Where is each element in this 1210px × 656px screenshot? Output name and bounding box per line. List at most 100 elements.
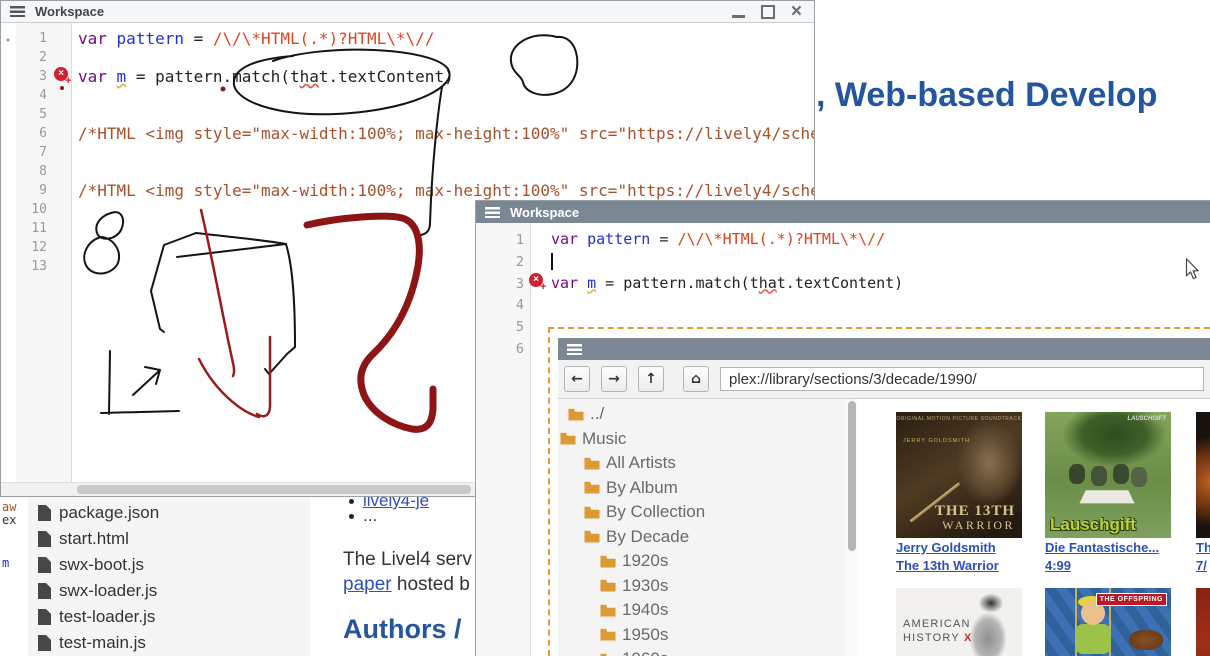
file-icon	[38, 635, 51, 651]
album-item: LAUSCHGIFTLauschgift Die Fantastische... 4…	[1045, 412, 1175, 573]
minimize-icon[interactable]	[732, 15, 745, 18]
code-token: var	[78, 67, 107, 86]
back-button[interactable]: ←	[564, 366, 590, 392]
code-line[interactable]: /*HTML <img style="max-width:100%; max-h…	[78, 181, 814, 200]
code-token: m	[587, 274, 596, 292]
album-cover[interactable]	[1196, 412, 1210, 538]
album-item: THE OFFSPRING	[1045, 588, 1175, 656]
code-token: pattern	[117, 29, 184, 48]
menu-icon[interactable]	[10, 6, 25, 17]
line-number: 4	[16, 86, 47, 105]
file-item-start-html[interactable]: start.html	[28, 526, 310, 552]
line-number: 6	[16, 124, 47, 143]
page-heading: , Web-based Develop	[816, 76, 1157, 115]
folder-icon	[600, 579, 616, 592]
code-token: =	[184, 29, 213, 48]
cover-text: ORIGINAL MOTION PICTURE SOUNDTRACK	[896, 416, 1022, 422]
album-cover[interactable]: LAUSCHGIFTLauschgift	[1045, 412, 1171, 538]
code-token: t.textContent)	[319, 67, 454, 86]
folder-label: 1930s	[622, 576, 668, 596]
album-title-link[interactable]: 4:99	[1045, 559, 1175, 574]
folder-label: Music	[582, 429, 626, 449]
album-title-link[interactable]: 7/	[1196, 559, 1210, 574]
album-item: Th 7/	[1196, 412, 1210, 573]
browser-titlebar[interactable]	[558, 338, 1210, 360]
menu-icon[interactable]	[485, 207, 500, 218]
code-line[interactable]: var m = pattern.match(that.textContent)	[551, 274, 903, 292]
folder-item-1960s[interactable]: 1960s	[558, 647, 846, 656]
code-token: var	[551, 274, 578, 292]
album-artist-link[interactable]: Die Fantastische...	[1045, 541, 1175, 556]
scrollbar-thumb[interactable]	[77, 485, 471, 494]
close-icon[interactable]: ×	[791, 2, 802, 22]
address-input[interactable]	[720, 367, 1204, 391]
album-cover[interactable]: THE OFFSPRING	[1045, 588, 1171, 656]
album-artist-link[interactable]: Jerry Goldsmith	[896, 541, 1026, 556]
code-line[interactable]: var pattern = /\/\*HTML(.*)?HTML\*\//	[551, 230, 885, 248]
line-number: 5	[492, 317, 524, 339]
file-item-swx-boot-js[interactable]: swx-boot.js	[28, 552, 310, 578]
file-label: start.html	[59, 529, 129, 549]
album-cover[interactable]: AMERICANHISTORY X	[896, 588, 1022, 656]
folder-icon	[584, 506, 600, 519]
folder-item-1950s[interactable]: 1950s	[558, 623, 846, 648]
code-line[interactable]: var pattern = /\/\*HTML(.*)?HTML\*\//	[78, 29, 434, 48]
line-number: 4	[492, 295, 524, 317]
file-list: package.json start.html swx-boot.js swx-loa…	[28, 497, 310, 656]
window-titlebar[interactable]: Workspace ×	[1, 1, 814, 23]
album-cover[interactable]: ORIGINAL MOTION PICTURE SOUNDTRACKJERRY …	[896, 412, 1022, 538]
paragraph-text: hosted b	[392, 574, 470, 595]
code-line[interactable]: var m = pattern.match(that.textContent)	[78, 67, 454, 86]
code-token	[107, 67, 117, 86]
file-item-package-json[interactable]: package.json	[28, 500, 310, 526]
folder-item-by-decade[interactable]: By Decade	[558, 525, 846, 550]
album-artist-link[interactable]: Th	[1196, 541, 1210, 556]
window-title: Workspace	[510, 205, 579, 220]
folder-item-by-collection[interactable]: By Collection	[558, 500, 846, 525]
album-item: ORIGINAL MOTION PICTURE SOUNDTRACKJERRY …	[896, 412, 1026, 573]
forward-icon: →	[608, 371, 620, 387]
folder-item-1930s[interactable]: 1930s	[558, 574, 846, 599]
folder-item-by-album[interactable]: By Album	[558, 476, 846, 501]
code-token: /*HTML <img style="max-width:100%; max-h…	[78, 124, 814, 143]
clipped-text-fragment: m	[2, 556, 9, 570]
file-label: test-main.js	[59, 633, 146, 653]
folder-tree: ../Music All Artists By AlbumBy Collection…	[558, 399, 846, 656]
folder-label: All Artists	[606, 453, 676, 473]
folder-item-all-artists[interactable]: All Artists	[558, 451, 846, 476]
file-label: swx-loader.js	[59, 581, 157, 601]
line-number: 6	[492, 339, 524, 361]
file-item-test-loader-js[interactable]: test-loader.js	[28, 604, 310, 630]
maximize-icon[interactable]	[761, 5, 775, 19]
folder-icon	[600, 555, 616, 568]
line-number: 1	[16, 29, 47, 48]
up-button[interactable]: ↑	[638, 366, 664, 392]
file-icon	[38, 609, 51, 625]
paper-link[interactable]: paper	[343, 574, 392, 595]
album-cover[interactable]	[1196, 588, 1210, 656]
folder-item--[interactable]: ../	[558, 402, 846, 427]
home-button[interactable]: ⌂	[683, 366, 709, 392]
folder-label: 1920s	[622, 551, 668, 571]
window-titlebar[interactable]: Workspace	[476, 201, 1210, 223]
scrollbar-thumb[interactable]	[848, 401, 856, 551]
vertical-scrollbar[interactable]	[846, 399, 858, 656]
forward-button[interactable]: →	[601, 366, 627, 392]
line-number: 13	[16, 257, 47, 276]
file-browser: ← → ↑ ⌂ ../Music All Artists By AlbumBy Colle…	[558, 338, 1210, 656]
folder-item-1920s[interactable]: 1920s	[558, 549, 846, 574]
file-item-swx-loader-js[interactable]: swx-loader.js	[28, 578, 310, 604]
scorpion-shape	[1129, 630, 1163, 650]
code-line[interactable]: /*HTML <img style="max-width:100%; max-h…	[78, 124, 814, 143]
album-title-link[interactable]: The 13th Warrior	[896, 559, 1026, 574]
cover-text: HISTORY X	[903, 632, 973, 644]
folder-item-music[interactable]: Music	[558, 427, 846, 452]
file-icon	[38, 557, 51, 573]
figures-shape	[1069, 464, 1085, 484]
paragraph-text: paper hosted b	[343, 574, 470, 596]
file-label: package.json	[59, 503, 159, 523]
menu-icon[interactable]	[567, 344, 582, 355]
folder-item-1940s[interactable]: 1940s	[558, 598, 846, 623]
error-plus-icon: +	[540, 281, 546, 293]
file-item-test-main-js[interactable]: test-main.js	[28, 630, 310, 656]
